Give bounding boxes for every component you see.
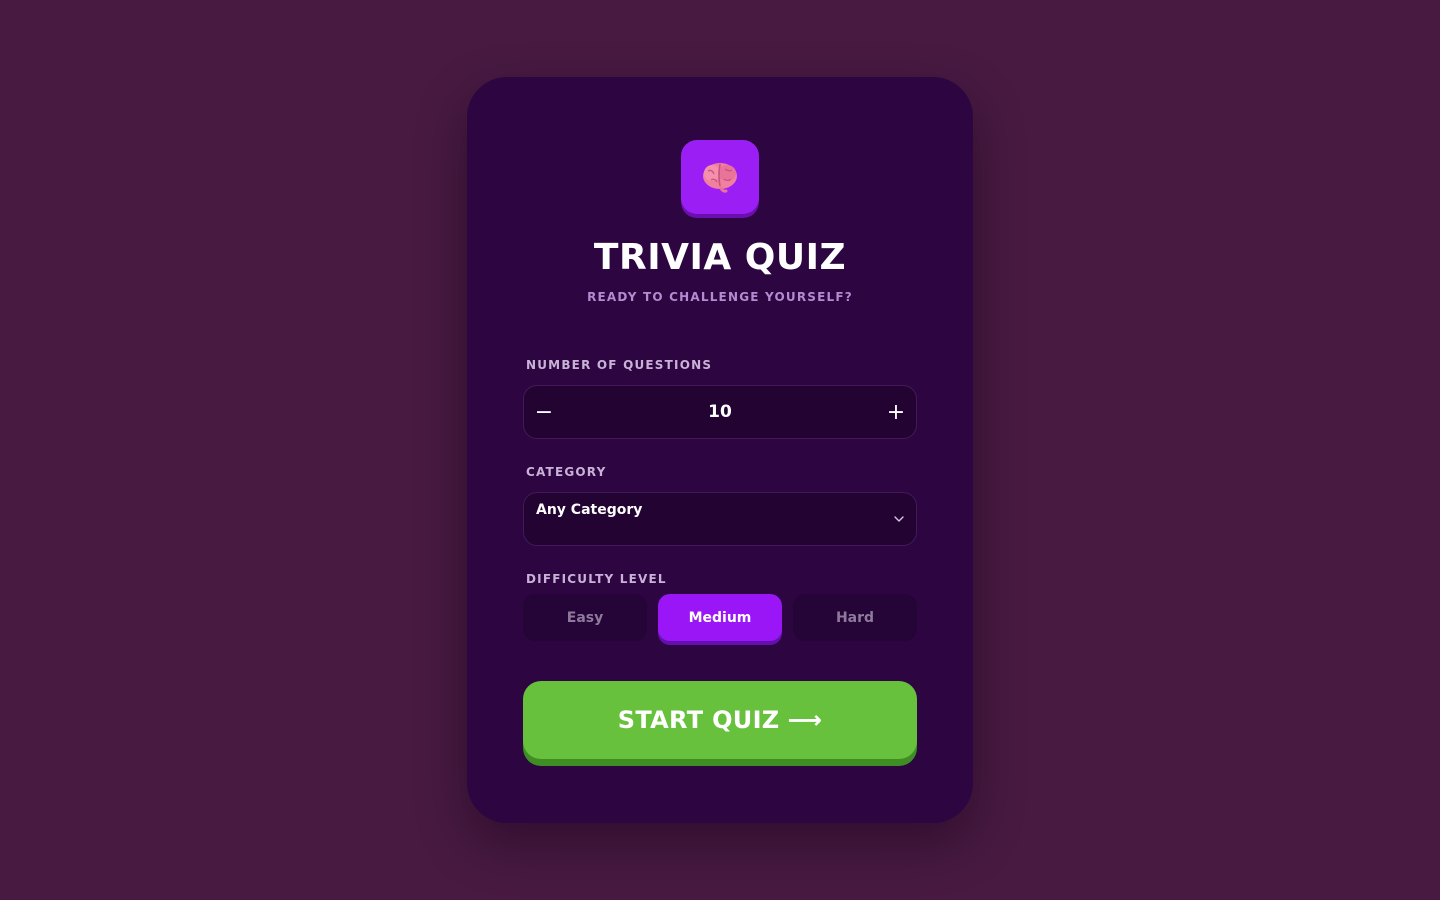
difficulty-easy-button[interactable]: Easy [523, 594, 647, 641]
category-selected-value: Any Category [536, 502, 643, 518]
difficulty-hard-button[interactable]: Hard [793, 594, 917, 641]
questions-count: 10 [708, 402, 732, 422]
page-title: TRIVIA QUIZ [593, 237, 847, 278]
quiz-setup-card: TRIVIA QUIZ READY TO CHALLENGE YOURSELF?… [467, 77, 973, 823]
brain-icon [703, 163, 737, 193]
page-subtitle: READY TO CHALLENGE YOURSELF? [587, 290, 853, 304]
difficulty-label: DIFFICULTY LEVEL [526, 572, 667, 586]
category-label: CATEGORY [526, 465, 607, 479]
decrement-button[interactable]: − [524, 386, 564, 438]
arrow-right-icon: ⟶ [787, 706, 823, 734]
questions-label: NUMBER OF QUESTIONS [526, 358, 713, 372]
chevron-down-icon [894, 516, 904, 522]
category-select[interactable]: Any Category [523, 492, 917, 546]
start-quiz-label: START QUIZ [617, 706, 780, 734]
start-quiz-button[interactable]: START QUIZ ⟶ [523, 681, 917, 759]
app-logo [681, 140, 759, 214]
increment-button[interactable]: + [876, 386, 916, 438]
questions-stepper: − 10 + [523, 385, 917, 439]
difficulty-options: Easy Medium Hard [523, 594, 917, 644]
difficulty-medium-button[interactable]: Medium [658, 594, 782, 641]
